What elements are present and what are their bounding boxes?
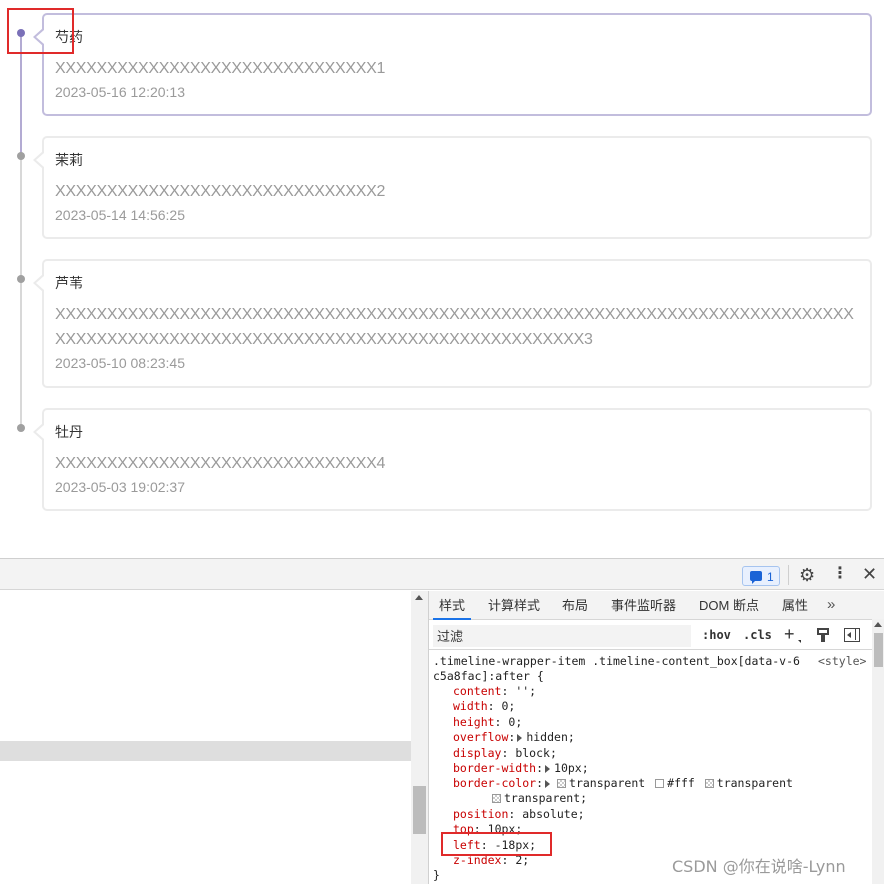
card-name: 芍药	[55, 29, 83, 45]
styles-tabbar: 样式 计算样式 布局 事件监听器 DOM 断点 属性 »	[429, 591, 884, 620]
tab-layout[interactable]: 布局	[562, 591, 588, 620]
tab-styles[interactable]: 样式	[433, 591, 472, 620]
expand-triangle-icon[interactable]	[545, 765, 551, 773]
elements-scroll-thumb[interactable]	[413, 786, 426, 834]
css-value: transparent	[569, 776, 646, 790]
gear-icon[interactable]: ⚙	[799, 566, 815, 584]
css-property: border-color	[453, 776, 537, 790]
css-declaration-continued[interactable]: transparent;	[489, 791, 587, 806]
css-property: overflow	[453, 730, 509, 744]
cls-toggle[interactable]: .cls	[743, 628, 772, 642]
css-declaration[interactable]: position: absolute;	[453, 807, 585, 822]
card-content: XXXXXXXXXXXXXXXXXXXXXXXXXXXXXXX4	[55, 455, 386, 472]
rule-closing-brace: }	[433, 868, 440, 882]
card-time: 2023-05-14 14:56:25	[55, 207, 185, 223]
css-declaration[interactable]: border-width: 10px;	[453, 761, 589, 776]
card-time: 2023-05-16 12:20:13	[55, 84, 185, 100]
css-value: absolute;	[522, 807, 585, 821]
expand-triangle-icon[interactable]	[517, 734, 523, 742]
card-name: 芦苇	[55, 275, 83, 291]
watermark: CSDN @你在说啥-Lynn	[672, 857, 846, 876]
hov-toggle[interactable]: :hov	[702, 628, 731, 642]
card-time: 2023-05-03 19:02:37	[55, 479, 185, 495]
css-value: transparent;	[504, 791, 588, 805]
css-property: height	[453, 715, 495, 729]
highlight-box-left-decl	[441, 832, 552, 856]
message-icon	[750, 571, 762, 584]
messages-badge[interactable]: 1	[742, 566, 780, 586]
color-swatch-icon[interactable]	[704, 779, 714, 788]
card-arrow	[33, 274, 44, 292]
new-rule-icon[interactable]: +	[784, 624, 801, 645]
css-value: transparent	[716, 776, 793, 790]
timeline-card[interactable]: 牡丹 XXXXXXXXXXXXXXXXXXXXXXXXXXXXXXX4 2023…	[33, 408, 872, 511]
card-arrow	[33, 423, 44, 441]
card-content: XXXXXXXXXXXXXXXXXXXXXXXXXXXXXXX1	[55, 60, 386, 77]
css-value: 10px;	[554, 761, 589, 775]
toggle-sidebar-icon[interactable]	[844, 628, 860, 642]
card-name: 牡丹	[55, 424, 83, 440]
css-declaration[interactable]: display: block;	[453, 746, 557, 761]
card-content: XXXXXXXXXXXXXXXXXXXXXXXXXXXXXXX2	[55, 183, 386, 200]
styles-scroll-thumb[interactable]	[874, 633, 883, 667]
filter-input[interactable]	[433, 625, 691, 647]
rule-source-link[interactable]: <style>	[818, 654, 866, 669]
color-swatch-icon[interactable]	[557, 779, 567, 788]
timeline-dot	[17, 275, 25, 283]
css-declaration[interactable]: content: '';	[453, 684, 536, 699]
css-property: border-width	[453, 761, 537, 775]
elements-pane[interactable]	[0, 591, 428, 884]
tab-event-listeners[interactable]: 事件监听器	[611, 591, 676, 620]
selected-node-row[interactable]	[0, 741, 411, 761]
card-time: 2023-05-10 08:23:45	[55, 355, 185, 371]
css-declaration[interactable]: height: 0;	[453, 715, 522, 730]
tab-dom-breakpoints[interactable]: DOM 断点	[699, 591, 759, 620]
card-content: XXXXXXXXXXXXXXXXXXXXXXXXXXXXXXXXXXXXXXXX…	[55, 306, 854, 348]
timeline-dot	[17, 424, 25, 432]
tab-properties[interactable]: 属性	[782, 591, 808, 620]
css-value: 0;	[508, 715, 523, 729]
devtools-toolbar: 1 ⚙ ⋮ ✕	[0, 559, 884, 590]
highlight-box-dot	[7, 8, 74, 54]
timeline-line	[20, 156, 22, 428]
css-value: '';	[515, 684, 537, 698]
card-name: 茉莉	[55, 152, 83, 168]
styles-filter-bar: :hov .cls +	[429, 621, 884, 650]
more-tabs-icon[interactable]: »	[827, 591, 835, 618]
timeline-card[interactable]: 茉莉 XXXXXXXXXXXXXXXXXXXXXXXXXXXXXXX2 2023…	[33, 136, 872, 239]
message-count: 1	[767, 570, 774, 584]
more-options-icon[interactable]: ⋮	[832, 565, 848, 583]
timeline-card[interactable]: 芍药 XXXXXXXXXXXXXXXXXXXXXXXXXXXXXXX1 2023…	[33, 13, 872, 116]
color-swatch-icon[interactable]	[655, 779, 665, 788]
css-property: width	[453, 699, 488, 713]
css-property: display	[453, 746, 502, 760]
scroll-up-icon[interactable]	[874, 622, 882, 627]
css-declaration[interactable]: overflow: hidden;	[453, 730, 575, 745]
css-value: #fff	[667, 776, 695, 790]
scroll-up-icon[interactable]	[415, 595, 423, 600]
expand-triangle-icon[interactable]	[545, 780, 551, 788]
css-property: position	[453, 807, 509, 821]
timeline-card[interactable]: 芦苇 XXXXXXXXXXXXXXXXXXXXXXXXXXXXXXXXXXXXX…	[33, 259, 872, 388]
css-declaration[interactable]: width: 0;	[453, 699, 515, 714]
styles-scrollbar[interactable]	[872, 619, 884, 884]
toolbar-divider	[788, 565, 789, 585]
timeline: 芍药 XXXXXXXXXXXXXXXXXXXXXXXXXXXXXXX1 2023…	[0, 0, 884, 555]
css-property: content	[453, 684, 502, 698]
rule-selector[interactable]: .timeline-wrapper-item .timeline-content…	[433, 654, 803, 685]
css-value: block;	[515, 746, 557, 760]
card-arrow	[33, 151, 44, 169]
tab-computed[interactable]: 计算样式	[488, 591, 540, 620]
paint-brush-icon[interactable]	[817, 628, 829, 643]
timeline-dot	[17, 152, 25, 160]
css-declaration[interactable]: border-color: transparent #fff transparen…	[453, 776, 793, 791]
css-value: 0;	[501, 699, 516, 713]
elements-scrollbar[interactable]	[411, 591, 428, 884]
close-icon[interactable]: ✕	[862, 564, 877, 584]
color-swatch-icon[interactable]	[492, 794, 501, 803]
css-value: hidden;	[526, 730, 575, 744]
